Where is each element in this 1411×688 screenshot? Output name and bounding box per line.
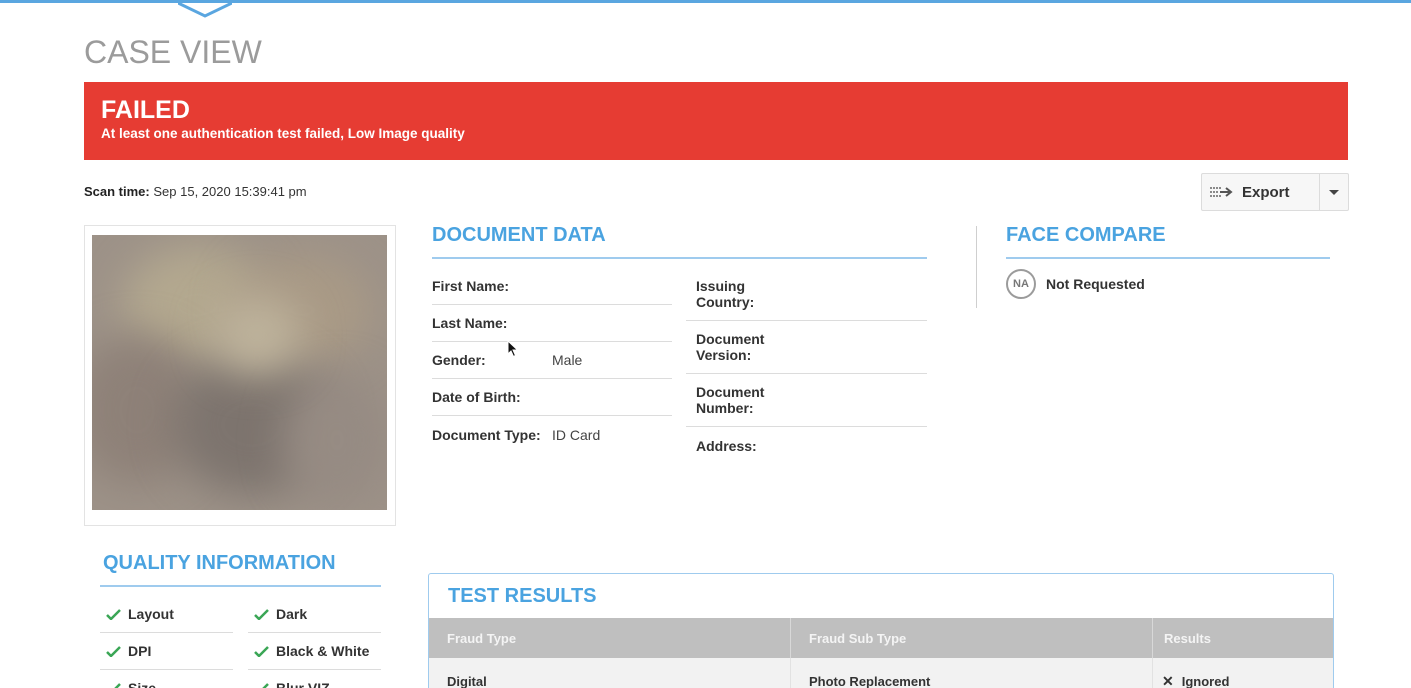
check-icon bbox=[106, 645, 121, 657]
row-divider bbox=[432, 341, 672, 342]
column-header-fraud-type[interactable]: Fraud Type bbox=[429, 618, 791, 658]
quality-information-divider bbox=[100, 585, 381, 587]
face-compare-heading: FACE COMPARE bbox=[1006, 224, 1166, 246]
quality-information-heading: QUALITY INFORMATION bbox=[103, 552, 336, 574]
field-gender: Gender: bbox=[432, 352, 486, 368]
field-document-version: Document Version: bbox=[696, 331, 765, 363]
quality-item-dark: Dark bbox=[254, 606, 307, 622]
row-divider bbox=[432, 304, 672, 305]
test-results-panel: TEST RESULTS Fraud Type Fraud Sub Type R… bbox=[428, 573, 1334, 688]
status-title: FAILED bbox=[101, 96, 190, 124]
document-data-heading: DOCUMENT DATA bbox=[432, 224, 606, 246]
face-compare-status: Not Requested bbox=[1046, 276, 1145, 292]
column-header-fraud-sub-type[interactable]: Fraud Sub Type bbox=[791, 618, 1153, 658]
check-icon bbox=[254, 645, 269, 657]
field-last-name: Last Name: bbox=[432, 315, 508, 331]
mouse-cursor-icon bbox=[507, 340, 519, 358]
x-icon: ✕ bbox=[1162, 672, 1174, 688]
face-compare-divider bbox=[1006, 257, 1330, 259]
quality-item-size: Size bbox=[106, 680, 156, 688]
field-gender-value: Male bbox=[552, 352, 583, 368]
field-document-type: Document Type: bbox=[432, 427, 541, 443]
page-title: CASE VIEW bbox=[84, 34, 262, 70]
scan-time: Scan time: Sep 15, 2020 15:39:41 pm bbox=[84, 184, 307, 199]
field-issuing-country: Issuing Country: bbox=[696, 278, 755, 310]
table-row[interactable]: Digital Photo Replacement ✕ Ignored bbox=[429, 658, 1333, 688]
field-date-of-birth: Date of Birth: bbox=[432, 389, 521, 405]
quality-item-blur-viz: Blur VIZ bbox=[254, 680, 330, 688]
export-icon bbox=[1210, 187, 1233, 197]
quality-item-layout: Layout bbox=[106, 606, 174, 622]
status-description: At least one authentication test failed,… bbox=[101, 126, 465, 141]
row-divider bbox=[432, 415, 672, 416]
column-header-results[interactable]: Results bbox=[1153, 618, 1333, 658]
quality-item-dpi: DPI bbox=[106, 643, 151, 659]
scan-time-label: Scan time: bbox=[84, 184, 150, 199]
caret-down-icon bbox=[1329, 189, 1339, 195]
field-document-number: Document Number: bbox=[696, 384, 765, 416]
scan-time-value: Sep 15, 2020 15:39:41 pm bbox=[153, 184, 307, 199]
result-cell: ✕ Ignored bbox=[1162, 672, 1230, 688]
export-button[interactable]: Export bbox=[1202, 174, 1320, 210]
row-divider bbox=[686, 320, 927, 321]
fraud-type-cell: Digital bbox=[429, 658, 791, 688]
field-document-type-value: ID Card bbox=[552, 427, 601, 443]
check-icon bbox=[106, 608, 121, 620]
row-divider bbox=[100, 669, 233, 670]
field-first-name: First Name: bbox=[432, 278, 510, 294]
export-dropdown-toggle[interactable] bbox=[1320, 174, 1348, 210]
row-divider bbox=[432, 378, 672, 379]
status-banner: FAILED At least one authentication test … bbox=[84, 82, 1348, 160]
document-image[interactable] bbox=[92, 235, 387, 510]
row-divider bbox=[248, 669, 381, 670]
row-divider bbox=[248, 632, 381, 633]
not-applicable-icon: NA bbox=[1006, 269, 1036, 299]
test-results-header: Fraud Type Fraud Sub Type Results bbox=[429, 618, 1333, 658]
row-divider bbox=[100, 632, 233, 633]
test-results-heading: TEST RESULTS bbox=[448, 585, 597, 607]
check-icon bbox=[254, 608, 269, 620]
export-button-group: Export bbox=[1201, 173, 1349, 211]
nav-notch-icon bbox=[178, 1, 232, 18]
quality-item-black-white: Black & White bbox=[254, 643, 369, 659]
check-icon bbox=[107, 682, 121, 688]
export-label: Export bbox=[1242, 183, 1290, 201]
document-data-divider bbox=[432, 257, 927, 259]
column-divider bbox=[976, 226, 977, 308]
check-icon bbox=[255, 682, 269, 688]
fraud-sub-type-cell: Photo Replacement bbox=[791, 658, 1153, 688]
row-divider bbox=[686, 426, 927, 427]
document-image-frame bbox=[84, 225, 396, 526]
field-address: Address: bbox=[696, 438, 757, 454]
row-divider bbox=[686, 373, 927, 374]
